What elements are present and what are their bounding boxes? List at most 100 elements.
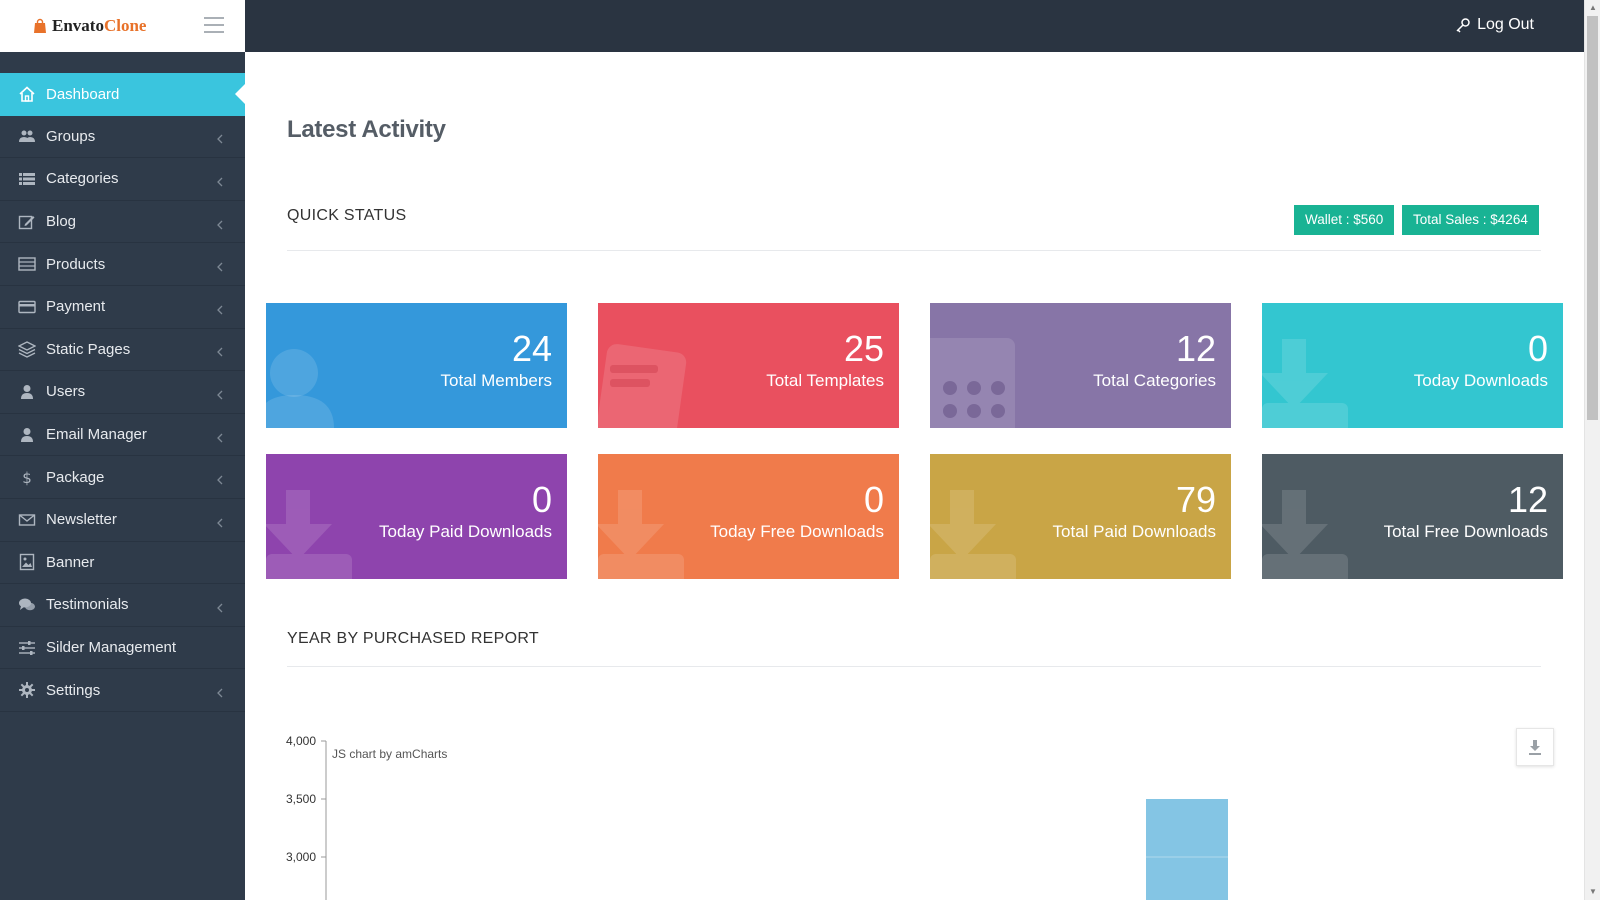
sidebar-item-package[interactable]: $ Package [0, 456, 245, 499]
edit-icon [18, 213, 36, 231]
sidebar: Dashboard Groups Categories Blog Products Pay… [0, 52, 245, 900]
download-icon [1262, 454, 1382, 579]
total-sales-badge: Total Sales : $4264 [1402, 205, 1539, 235]
sidebar-item-label: Testimonials [46, 596, 129, 614]
sidebar-item-products[interactable]: Products [0, 243, 245, 286]
shopping-bag-icon [34, 18, 46, 33]
stat-label: Total Paid Downloads [1052, 522, 1216, 541]
chevron-left-icon [217, 174, 223, 187]
quick-status-title: QUICK STATUS [287, 207, 407, 224]
sidebar-item-label: Payment [46, 298, 106, 316]
chevron-left-icon [217, 685, 223, 698]
chevron-left-icon [217, 472, 223, 485]
sidebar-item-label: Groups [46, 127, 96, 145]
sidebar-item-testimonials[interactable]: Testimonials [0, 584, 245, 627]
download-icon [1262, 303, 1382, 428]
chart-bar[interactable] [1146, 799, 1228, 900]
chart-export-button[interactable] [1516, 728, 1554, 766]
brand-name-part1: Envato [52, 16, 104, 35]
layers-icon [18, 340, 36, 359]
scroll-thumb[interactable] [1587, 16, 1598, 420]
stat-card-total-members[interactable]: 24 Total Members [266, 303, 567, 428]
sidebar-item-label: Newsletter [46, 511, 117, 529]
sidebar-item-label: Package [46, 468, 105, 486]
stat-card-total-templates[interactable]: 25 Total Templates [598, 303, 899, 428]
brand-name: EnvatoClone [52, 16, 146, 36]
stat-label: Today Paid Downloads [379, 522, 552, 541]
scroll-up-icon[interactable]: ▲ [1585, 0, 1600, 16]
sidebar-item-payment[interactable]: Payment [0, 286, 245, 329]
y-axis-tick-label: 3,000 [286, 850, 316, 864]
sidebar-item-silder-management[interactable]: Silder Management [0, 627, 245, 670]
report-title: YEAR BY PURCHASED REPORT [287, 630, 540, 647]
list-icon [18, 170, 36, 188]
stat-label: Total Members [440, 371, 552, 390]
envelope-icon [18, 511, 36, 529]
chevron-left-icon [217, 515, 223, 528]
sidebar-item-label: Banner [46, 553, 95, 571]
stat-card-today-downloads[interactable]: 0 Today Downloads [1262, 303, 1563, 428]
sidebar-item-users[interactable]: Users [0, 371, 245, 414]
key-icon [1456, 18, 1470, 33]
stat-label: Total Templates [766, 371, 884, 390]
download-icon [266, 454, 386, 579]
users-group-icon [18, 127, 36, 145]
stat-card-total-categories[interactable]: 12 Total Categories [930, 303, 1231, 428]
sidebar-item-categories[interactable]: Categories [0, 158, 245, 201]
stat-label: Today Downloads [1413, 371, 1548, 390]
sidebar-item-settings[interactable]: Settings [0, 669, 245, 712]
sliders-icon [18, 639, 36, 657]
logout-label: Log Out [1477, 16, 1534, 33]
calculator-icon [930, 303, 1050, 428]
download-icon [930, 454, 1050, 579]
stat-value: 12 [1507, 479, 1548, 520]
chevron-left-icon [217, 259, 223, 272]
ticket-icon [598, 303, 718, 428]
sidebar-item-newsletter[interactable]: Newsletter [0, 499, 245, 542]
sidebar-item-dashboard[interactable]: Dashboard [0, 73, 245, 116]
stat-label: Today Free Downloads [710, 522, 884, 541]
sidebar-item-email-manager[interactable]: Email Manager [0, 414, 245, 457]
sidebar-item-label: Settings [46, 681, 101, 699]
download-icon [1529, 740, 1541, 755]
sidebar-item-label: Products [46, 255, 106, 273]
wallet-badge: Wallet : $560 [1294, 205, 1395, 235]
stat-card-today-free-downloads[interactable]: 0 Today Free Downloads [598, 454, 899, 579]
stat-value: 79 [1175, 479, 1216, 520]
stat-value: 24 [511, 328, 552, 369]
page-title: Latest Activity [287, 116, 446, 143]
logout-button[interactable]: Log Out [1455, 16, 1534, 34]
chevron-left-icon [217, 131, 223, 144]
sidebar-item-blog[interactable]: Blog [0, 201, 245, 244]
sidebar-item-label: Blog [46, 213, 77, 231]
chevron-left-icon [217, 600, 223, 613]
scroll-down-icon[interactable]: ▼ [1585, 884, 1600, 900]
download-icon [598, 454, 718, 579]
y-axis-tick-label: 4,000 [286, 734, 316, 748]
credit-card-icon [18, 298, 36, 316]
sidebar-item-label: Silder Management [46, 639, 177, 657]
sidebar-item-banner[interactable]: Banner [0, 542, 245, 585]
stat-card-total-free-downloads[interactable]: 12 Total Free Downloads [1262, 454, 1563, 579]
vertical-scrollbar[interactable]: ▲ ▼ [1584, 0, 1600, 900]
sidebar-item-label: Users [46, 383, 86, 401]
stat-card-total-paid-downloads[interactable]: 79 Total Paid Downloads [930, 454, 1231, 579]
section-divider [287, 250, 1541, 251]
user-icon [18, 383, 36, 401]
section-divider [287, 666, 1541, 667]
svg-text:$: $ [22, 469, 32, 486]
stat-value: 25 [843, 328, 884, 369]
stat-card-today-paid-downloads[interactable]: 0 Today Paid Downloads [266, 454, 567, 579]
sidebar-item-label: Dashboard [46, 85, 120, 103]
user-icon [18, 426, 36, 444]
brand-logo[interactable]: EnvatoClone [0, 0, 245, 52]
stat-value: 12 [1175, 328, 1216, 369]
user-silhouette-icon [266, 303, 386, 428]
sidebar-item-groups[interactable]: Groups [0, 116, 245, 159]
chevron-left-icon [217, 302, 223, 315]
hamburger-menu-icon[interactable] [204, 17, 224, 33]
sidebar-item-static-pages[interactable]: Static Pages [0, 329, 245, 372]
chevron-left-icon [217, 387, 223, 400]
chart-credit-link[interactable]: JS chart by amCharts [332, 747, 447, 761]
y-axis-tick-label: 3,500 [286, 792, 316, 806]
